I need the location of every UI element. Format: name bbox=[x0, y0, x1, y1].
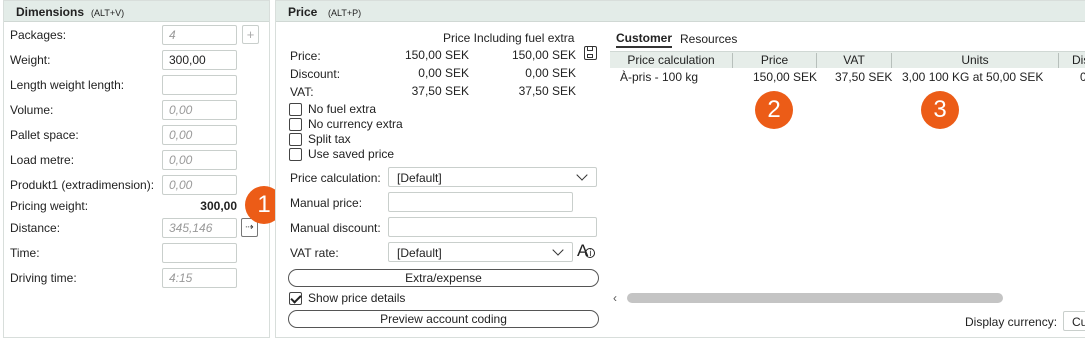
produkt1-label: Produkt1 (extradimension): bbox=[10, 178, 155, 192]
time-label: Time: bbox=[10, 246, 40, 260]
cell-discount: 0 bbox=[1080, 70, 1085, 84]
pallet-space-field[interactable] bbox=[162, 125, 237, 145]
time-field[interactable] bbox=[162, 243, 237, 263]
use-saved-price-label: Use saved price bbox=[308, 147, 395, 161]
price-value: 150,00 SEK bbox=[404, 48, 469, 62]
volume-label: Volume: bbox=[10, 103, 54, 117]
route-icon: ⇢ bbox=[245, 222, 254, 233]
discount-incl-value: 0,00 SEK bbox=[525, 66, 576, 80]
cell-price: 150,00 SEK bbox=[753, 70, 818, 84]
volume-field[interactable] bbox=[162, 100, 237, 120]
pricing-weight-label: Pricing weight: bbox=[10, 199, 89, 213]
price-incl-fuel-header: Price Including fuel extra bbox=[443, 31, 575, 45]
show-price-details-checkbox[interactable] bbox=[289, 292, 302, 305]
price-incl-value: 150,00 SEK bbox=[511, 48, 576, 62]
column-price-calculation[interactable]: Price calculation bbox=[610, 53, 732, 67]
chevron-down-icon bbox=[576, 169, 588, 181]
manual-price-label: Manual price: bbox=[290, 196, 363, 210]
price-calculation-label: Price calculation: bbox=[290, 171, 381, 185]
load-metre-label: Load metre: bbox=[10, 153, 75, 167]
dimensions-title: Dimensions bbox=[16, 5, 85, 19]
tab-customer[interactable]: Customer bbox=[616, 31, 673, 48]
column-divider[interactable] bbox=[1058, 53, 1059, 68]
grid-header: Price calculation Price VAT Units Dis bbox=[610, 51, 1085, 68]
split-tax-checkbox[interactable] bbox=[289, 133, 302, 146]
dimensions-shortcut: (ALT+V) bbox=[91, 8, 125, 18]
cell-price-calculation: À-pris - 100 kg bbox=[620, 70, 699, 84]
packages-field[interactable] bbox=[162, 25, 237, 45]
badge-2: 2 bbox=[755, 91, 793, 129]
vat-incl-value: 37,50 SEK bbox=[518, 84, 576, 98]
vat-rate-select[interactable]: [Default] bbox=[388, 242, 573, 262]
price-row-label: Price: bbox=[290, 49, 321, 63]
vat-rate-label: VAT rate: bbox=[290, 246, 339, 260]
price-title: Price bbox=[288, 5, 318, 19]
driving-time-label: Driving time: bbox=[10, 271, 77, 285]
vat-row-label: VAT: bbox=[290, 85, 314, 99]
load-metre-field[interactable] bbox=[162, 150, 237, 170]
no-fuel-extra-checkbox[interactable] bbox=[289, 103, 302, 116]
vat-rate-value: [Default] bbox=[397, 246, 442, 260]
use-saved-price-checkbox[interactable] bbox=[289, 148, 302, 161]
dimensions-header: Dimensions (ALT+V) bbox=[4, 1, 269, 22]
length-weight-field[interactable] bbox=[162, 75, 237, 95]
manual-discount-label: Manual discount: bbox=[290, 221, 381, 235]
column-discount[interactable]: Dis bbox=[1072, 53, 1085, 67]
scroll-left-icon[interactable]: ‹ bbox=[613, 291, 617, 305]
vat-value: 37,50 SEK bbox=[411, 84, 469, 98]
discount-value: 0,00 SEK bbox=[418, 66, 469, 80]
no-currency-extra-checkbox[interactable] bbox=[289, 118, 302, 131]
badge-3: 3 bbox=[921, 91, 959, 129]
chevron-down-icon bbox=[552, 244, 564, 256]
no-fuel-extra-label: No fuel extra bbox=[308, 102, 377, 116]
weight-label: Weight: bbox=[10, 53, 51, 67]
price-calculation-value: [Default] bbox=[397, 171, 442, 185]
length-weight-label: Length weight length: bbox=[10, 78, 125, 92]
preview-account-coding-button[interactable]: Preview account coding bbox=[288, 310, 599, 328]
display-currency-label: Display currency: bbox=[965, 315, 1058, 329]
show-price-details-label: Show price details bbox=[308, 291, 406, 305]
no-currency-extra-label: No currency extra bbox=[308, 117, 403, 131]
distance-field[interactable] bbox=[162, 218, 237, 238]
display-currency-value: Cu bbox=[1072, 315, 1085, 329]
cell-vat: 37,50 SEK bbox=[835, 70, 893, 84]
price-header: Price (ALT+P) bbox=[276, 1, 1085, 22]
cell-units: 3,00 100 KG at 50,00 SEK bbox=[902, 70, 1044, 84]
extra-expense-button[interactable]: Extra/expense bbox=[288, 269, 599, 287]
column-price[interactable]: Price bbox=[733, 53, 816, 67]
driving-time-field[interactable] bbox=[162, 268, 237, 288]
split-tax-label: Split tax bbox=[308, 132, 351, 146]
pallet-space-label: Pallet space: bbox=[10, 128, 79, 142]
pricing-weight-value: 300,00 bbox=[200, 199, 237, 213]
manual-price-field[interactable] bbox=[388, 192, 573, 212]
font-info-icon[interactable]: Ai bbox=[577, 241, 596, 261]
column-vat[interactable]: VAT bbox=[817, 53, 891, 67]
table-row[interactable]: À-pris - 100 kg 150,00 SEK 37,50 SEK 3,0… bbox=[610, 69, 1085, 86]
manual-discount-field[interactable] bbox=[388, 217, 597, 237]
add-package-button[interactable]: + bbox=[242, 25, 259, 44]
save-icon[interactable] bbox=[584, 46, 597, 60]
discount-row-label: Discount: bbox=[290, 67, 341, 81]
price-calculation-select[interactable]: [Default] bbox=[388, 167, 597, 187]
weight-field[interactable] bbox=[162, 50, 237, 70]
column-units[interactable]: Units bbox=[892, 53, 1058, 67]
horizontal-scrollbar[interactable] bbox=[627, 293, 1003, 303]
produkt1-field[interactable] bbox=[162, 175, 237, 195]
price-shortcut: (ALT+P) bbox=[328, 8, 362, 18]
display-currency-select[interactable]: Cu bbox=[1063, 311, 1085, 331]
packages-label: Packages: bbox=[10, 28, 67, 42]
tab-resources[interactable]: Resources bbox=[680, 32, 737, 46]
distance-label: Distance: bbox=[10, 221, 61, 235]
